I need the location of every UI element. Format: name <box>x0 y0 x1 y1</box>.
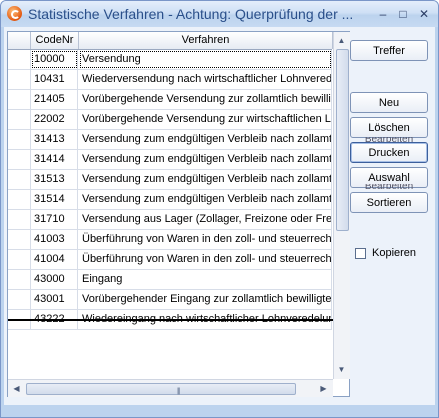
scroll-left-icon[interactable]: ◀ <box>9 381 24 396</box>
cell-codenr[interactable]: 10431 <box>31 70 78 89</box>
window-bottom-border <box>1 405 438 417</box>
kopieren-label[interactable]: Kopieren <box>372 247 416 259</box>
table-row[interactable]: 31414 Versendung zum endgültigen Verbleib… <box>8 150 332 170</box>
cell-codenr[interactable]: 22002 <box>31 110 78 129</box>
column-header-verfahren[interactable]: Verfahren <box>79 32 333 49</box>
table-row[interactable]: 41004 Überführung von Waren in den zoll- … <box>8 250 332 270</box>
verfahren-table[interactable]: CodeNr Verfahren 10000 Versendung 10431 Wie… <box>7 31 350 397</box>
minimize-icon[interactable]: – <box>374 6 392 22</box>
cell-codenr[interactable]: 43000 <box>31 270 78 289</box>
row-indicator[interactable] <box>8 250 31 269</box>
cell-codenr[interactable]: 31413 <box>31 130 78 149</box>
cell-codenr[interactable]: 31513 <box>31 170 78 189</box>
close-icon[interactable]: ✕ <box>415 6 433 22</box>
cell-verfahren[interactable]: Überführung von Waren in den zoll- und s… <box>79 230 332 249</box>
row-indicator-header[interactable] <box>8 32 31 49</box>
horizontal-scroll-thumb[interactable]: ||| <box>26 383 296 395</box>
table-row[interactable]: 21405 Vorübergehende Versendung zur zolla… <box>8 90 332 110</box>
row-indicator[interactable] <box>8 110 31 129</box>
app-icon <box>7 6 22 21</box>
cell-codenr[interactable]: 31414 <box>31 150 78 169</box>
hidden-button-behind-auswahl: Bearbeiten <box>364 184 414 190</box>
row-indicator[interactable] <box>8 290 31 309</box>
vertical-scrollbar[interactable]: ▲ ▼ <box>333 32 350 379</box>
cell-verfahren[interactable]: Versendung zum endgültigen Verbleib nach… <box>79 170 332 189</box>
table-row[interactable]: 10000 Versendung <box>8 50 332 70</box>
treffer-button[interactable]: Treffer <box>350 40 428 61</box>
cell-codenr[interactable]: 21405 <box>31 90 78 109</box>
row-indicator[interactable] <box>8 190 31 209</box>
maximize-icon[interactable]: □ <box>394 6 412 22</box>
table-row[interactable]: 43001 Vorübergehender Eingang zur zollamt… <box>8 290 332 310</box>
drucken-button[interactable]: Drucken <box>350 142 428 163</box>
scroll-up-icon[interactable]: ▲ <box>334 33 349 48</box>
cell-verfahren[interactable]: Vorübergehende Versendung zur wirtschaft… <box>79 110 332 129</box>
row-indicator[interactable] <box>8 130 31 149</box>
row-indicator[interactable] <box>8 90 31 109</box>
cell-verfahren[interactable]: Versendung zum endgültigen Verbleib nach… <box>79 150 332 169</box>
table-row[interactable]: 31413 Versendung zum endgültigen Verbleib… <box>8 130 332 150</box>
cell-verfahren[interactable]: Versendung zum endgültigen Verbleib nach… <box>79 130 332 149</box>
table-row[interactable]: 41003 Überführung von Waren in den zoll- … <box>8 230 332 250</box>
cell-codenr[interactable]: 43001 <box>31 290 78 309</box>
table-row[interactable]: 43000 Eingang <box>8 270 332 290</box>
table-header: CodeNr Verfahren <box>8 32 333 50</box>
cell-codenr[interactable]: 41004 <box>31 250 78 269</box>
loeschen-button[interactable]: Löschen <box>350 117 428 138</box>
row-indicator[interactable] <box>8 170 31 189</box>
cell-verfahren[interactable]: Überführung von Waren in den zoll- und s… <box>79 250 332 269</box>
cell-codenr[interactable]: 31710 <box>31 210 78 229</box>
kopieren-checkbox[interactable] <box>355 248 366 259</box>
horizontal-scrollbar[interactable]: ◀ ||| ▶ <box>8 379 333 397</box>
cell-verfahren[interactable]: Eingang <box>79 270 332 289</box>
cell-verfahren[interactable]: Versendung <box>79 50 332 69</box>
window-title: Statistische Verfahren - Achtung: Querpr… <box>28 6 354 22</box>
column-header-codenr[interactable]: CodeNr <box>31 32 79 49</box>
table-row[interactable]: 31710 Versendung aus Lager (Zollager, Fre… <box>8 210 332 230</box>
row-indicator[interactable] <box>8 270 31 289</box>
row-indicator[interactable] <box>8 230 31 249</box>
row-indicator[interactable] <box>8 150 31 169</box>
scroll-right-icon[interactable]: ▶ <box>316 381 331 396</box>
row-indicator[interactable] <box>8 70 31 89</box>
table-divider <box>8 319 349 321</box>
cell-verfahren[interactable]: Vorübergehender Eingang zur zollamtlich … <box>79 290 332 309</box>
cell-verfahren[interactable]: Versendung zum endgültigen Verbleib nach… <box>79 190 332 209</box>
scroll-down-icon[interactable]: ▼ <box>334 362 349 377</box>
dialog-client-area: CodeNr Verfahren 10000 Versendung 10431 Wie… <box>4 27 435 405</box>
grip-icon: ||| <box>177 388 181 395</box>
table-row[interactable]: 10431 Wiederversendung nach wirtschaftlic… <box>8 70 332 90</box>
table-row[interactable]: 31514 Versendung zum endgültigen Verbleib… <box>8 190 332 210</box>
title-bar[interactable]: Statistische Verfahren - Achtung: Querpr… <box>1 1 438 27</box>
row-indicator[interactable] <box>8 50 31 69</box>
cell-codenr[interactable]: 10000 <box>31 50 78 69</box>
sortieren-button[interactable]: Sortieren <box>350 192 428 213</box>
cell-verfahren[interactable]: Vorübergehende Versendung zur zollamtlic… <box>79 90 332 109</box>
table-row[interactable]: 31513 Versendung zum endgültigen Verbleib… <box>8 170 332 190</box>
cell-codenr[interactable]: 31514 <box>31 190 78 209</box>
table-row[interactable]: 22002 Vorübergehende Versendung zur wirts… <box>8 110 332 130</box>
row-indicator[interactable] <box>8 210 31 229</box>
neu-button[interactable]: Neu <box>350 92 428 113</box>
vertical-scroll-thumb[interactable] <box>336 49 349 231</box>
cell-verfahren[interactable]: Versendung aus Lager (Zollager, Freizone… <box>79 210 332 229</box>
table-body: 10000 Versendung 10431 Wiederversendung nac… <box>8 50 332 330</box>
dialog-window: Statistische Verfahren - Achtung: Querpr… <box>0 0 439 418</box>
cell-codenr[interactable]: 41003 <box>31 230 78 249</box>
cell-verfahren[interactable]: Wiederversendung nach wirtschaftlicher L… <box>79 70 332 89</box>
